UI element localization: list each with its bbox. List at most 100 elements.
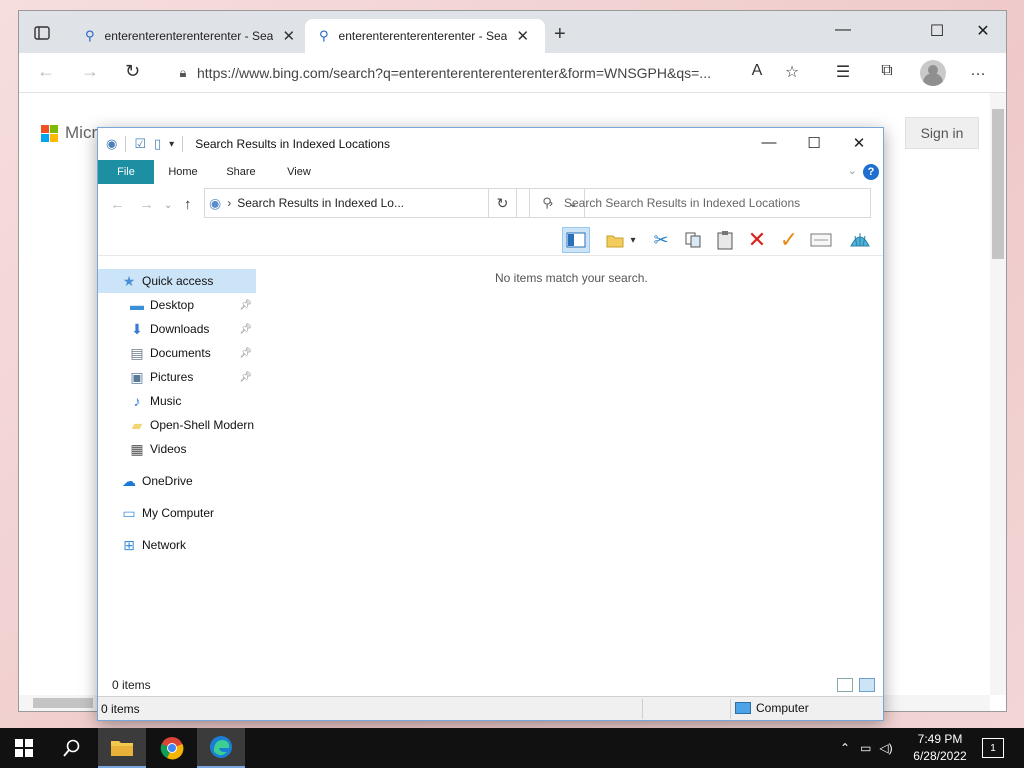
- close-tab-icon[interactable]: ✕: [517, 27, 530, 45]
- show-hidden-icons-icon[interactable]: ⌃: [840, 741, 850, 755]
- up-button[interactable]: ↑: [184, 196, 192, 213]
- tab-share[interactable]: Share: [212, 160, 270, 184]
- start-button[interactable]: [0, 728, 48, 768]
- search-icon: ⚲: [319, 28, 329, 43]
- close-tab-icon[interactable]: ✕: [283, 27, 296, 45]
- divider: [182, 136, 184, 152]
- location-indicator: Computer: [735, 701, 809, 715]
- browser-tab-2[interactable]: ⚲ enterenterenterenterenter - Search ✕: [305, 19, 545, 53]
- profile-avatar[interactable]: [920, 60, 946, 86]
- browser-tab-1[interactable]: ⚲ enterenterenterenterenter - Search ✕: [71, 19, 305, 53]
- customize-toolbar-icon[interactable]: ▾: [169, 139, 174, 150]
- tab-home[interactable]: Home: [154, 160, 212, 184]
- refresh-button[interactable]: ↻: [125, 61, 140, 82]
- taskbar: ⌃ ▭ ◁) 7:49 PM 6/28/2022 1: [0, 728, 1024, 768]
- network-icon[interactable]: ▭: [860, 741, 871, 755]
- read-aloud-icon[interactable]: A: [746, 62, 768, 80]
- quick-access-toolbar: ◉ ☑ ▯ ▾: [106, 136, 191, 152]
- clock[interactable]: 7:49 PM 6/28/2022: [908, 731, 972, 765]
- file-explorer-taskbar-button[interactable]: [98, 728, 146, 768]
- nav-item-onedrive[interactable]: ☁ OneDrive: [98, 469, 256, 493]
- volume-icon[interactable]: ◁): [879, 741, 892, 755]
- scroll-thumb[interactable]: [992, 109, 1004, 259]
- nav-item-music[interactable]: ♪ Music: [98, 389, 256, 413]
- search-folder-icon: ◉: [106, 136, 118, 151]
- expand-ribbon-icon[interactable]: ⌄: [848, 164, 857, 177]
- notification-center-button[interactable]: 1: [982, 738, 1004, 758]
- explorer-maximize-button[interactable]: ☐: [802, 134, 826, 152]
- sign-in-button[interactable]: Sign in: [905, 117, 979, 149]
- nav-item-documents[interactable]: ▤ Documents 📌︎: [98, 341, 256, 365]
- system-tray: ⌃ ▭ ◁): [840, 728, 893, 768]
- explorer-refresh-button[interactable]: ↻: [488, 188, 517, 218]
- explorer-title-bar: ◉ ☑ ▯ ▾ Search Results in Indexed Locati…: [98, 128, 883, 160]
- chrome-taskbar-button[interactable]: [148, 728, 196, 768]
- back-button[interactable]: ←: [37, 61, 55, 82]
- explorer-back-button[interactable]: ←: [110, 196, 125, 213]
- nav-item-open-shell-modern[interactable]: ▰ Open-Shell Modern: [98, 413, 256, 437]
- address-bar[interactable]: 🔒︎ https://www.bing.com/search?q=enteren…: [169, 58, 739, 88]
- new-folder-icon[interactable]: ▯: [154, 136, 161, 152]
- maximize-button[interactable]: ☐: [925, 21, 949, 41]
- vertical-scrollbar[interactable]: [990, 93, 1006, 695]
- rename-icon[interactable]: ✓: [775, 227, 803, 253]
- nav-item-downloads[interactable]: ⬇ Downloads 📌︎: [98, 317, 256, 341]
- nav-item-label: My Computer: [142, 506, 215, 520]
- recent-locations-icon[interactable]: ⌄: [164, 200, 172, 211]
- pin-icon[interactable]: 📌︎: [239, 348, 252, 359]
- explorer-nav-bar: ← → ⌄ ↑ ◉ › Search Results in Indexed Lo…: [98, 184, 883, 226]
- edge-icon: [210, 736, 232, 758]
- explorer-forward-button[interactable]: →: [139, 196, 154, 213]
- pin-icon[interactable]: 📌︎: [239, 324, 252, 335]
- copy-icon[interactable]: [679, 227, 707, 253]
- paste-icon[interactable]: [711, 227, 739, 253]
- new-folder-dropdown-icon[interactable]: ▾: [626, 227, 640, 253]
- navigation-pane-icon[interactable]: [562, 227, 590, 253]
- explorer-title: Search Results in Indexed Locations: [195, 137, 390, 151]
- delete-icon[interactable]: ✕: [743, 227, 771, 253]
- help-icon[interactable]: ?: [863, 164, 879, 180]
- nav-item-videos[interactable]: ▦ Videos: [98, 437, 256, 461]
- open-shell-icon[interactable]: [846, 227, 874, 253]
- minimize-button[interactable]: —: [831, 21, 855, 39]
- windows-icon: [15, 739, 33, 757]
- properties-icon[interactable]: [807, 227, 835, 253]
- explorer-minimize-button[interactable]: —: [757, 134, 781, 151]
- details-view-icon[interactable]: [837, 678, 853, 692]
- new-folder-icon[interactable]: [601, 227, 629, 253]
- forward-button[interactable]: →: [81, 61, 99, 82]
- favorites-icon[interactable]: ☰: [832, 62, 854, 82]
- desktop-icon: ▬: [130, 297, 144, 313]
- cut-icon[interactable]: ✂: [647, 227, 675, 253]
- new-tab-button[interactable]: +: [554, 23, 566, 46]
- properties-icon[interactable]: ☑: [134, 136, 146, 152]
- large-icons-view-icon[interactable]: [859, 678, 875, 692]
- tab-view[interactable]: View: [270, 160, 328, 184]
- explorer-search-input[interactable]: ⚲ Search Search Results in Indexed Locat…: [529, 188, 871, 218]
- edge-taskbar-button[interactable]: [197, 728, 245, 768]
- nav-item-desktop[interactable]: ▬ Desktop 📌︎: [98, 293, 256, 317]
- nav-item-quick-access[interactable]: ★ Quick access: [98, 269, 256, 293]
- location-label: Computer: [756, 701, 809, 715]
- explorer-close-button[interactable]: ✕: [847, 134, 871, 152]
- tab-actions-button[interactable]: [27, 21, 57, 45]
- nav-item-pictures[interactable]: ▣ Pictures 📌︎: [98, 365, 256, 389]
- close-button[interactable]: ✕: [971, 21, 995, 41]
- nav-item-label: Network: [142, 538, 187, 552]
- search-icon: ⚲: [542, 195, 552, 210]
- add-favorite-icon[interactable]: ☆: [781, 62, 803, 82]
- tab-strip: ⚲ enterenterenterenterenter - Search ✕ ⚲…: [19, 11, 1006, 53]
- scroll-thumb[interactable]: [33, 698, 93, 708]
- tab-file[interactable]: File: [98, 160, 154, 184]
- more-options-icon[interactable]: …: [967, 62, 989, 80]
- search-button[interactable]: [48, 728, 96, 768]
- pin-icon[interactable]: 📌︎: [239, 300, 252, 311]
- path-bar[interactable]: ◉ › Search Results in Indexed Lo... › ⌄: [204, 188, 585, 218]
- tab-label: enterenterenterenterenter - Search: [338, 29, 507, 43]
- nav-item-my-computer[interactable]: ▭ My Computer: [98, 501, 256, 525]
- collections-icon[interactable]: ⧉: [876, 62, 898, 80]
- nav-item-network[interactable]: ⊞ Network: [98, 533, 256, 557]
- pin-icon[interactable]: 📌︎: [239, 372, 252, 383]
- tab-label: enterenterenterenterenter - Search: [104, 29, 273, 43]
- view-toggle: [837, 678, 875, 692]
